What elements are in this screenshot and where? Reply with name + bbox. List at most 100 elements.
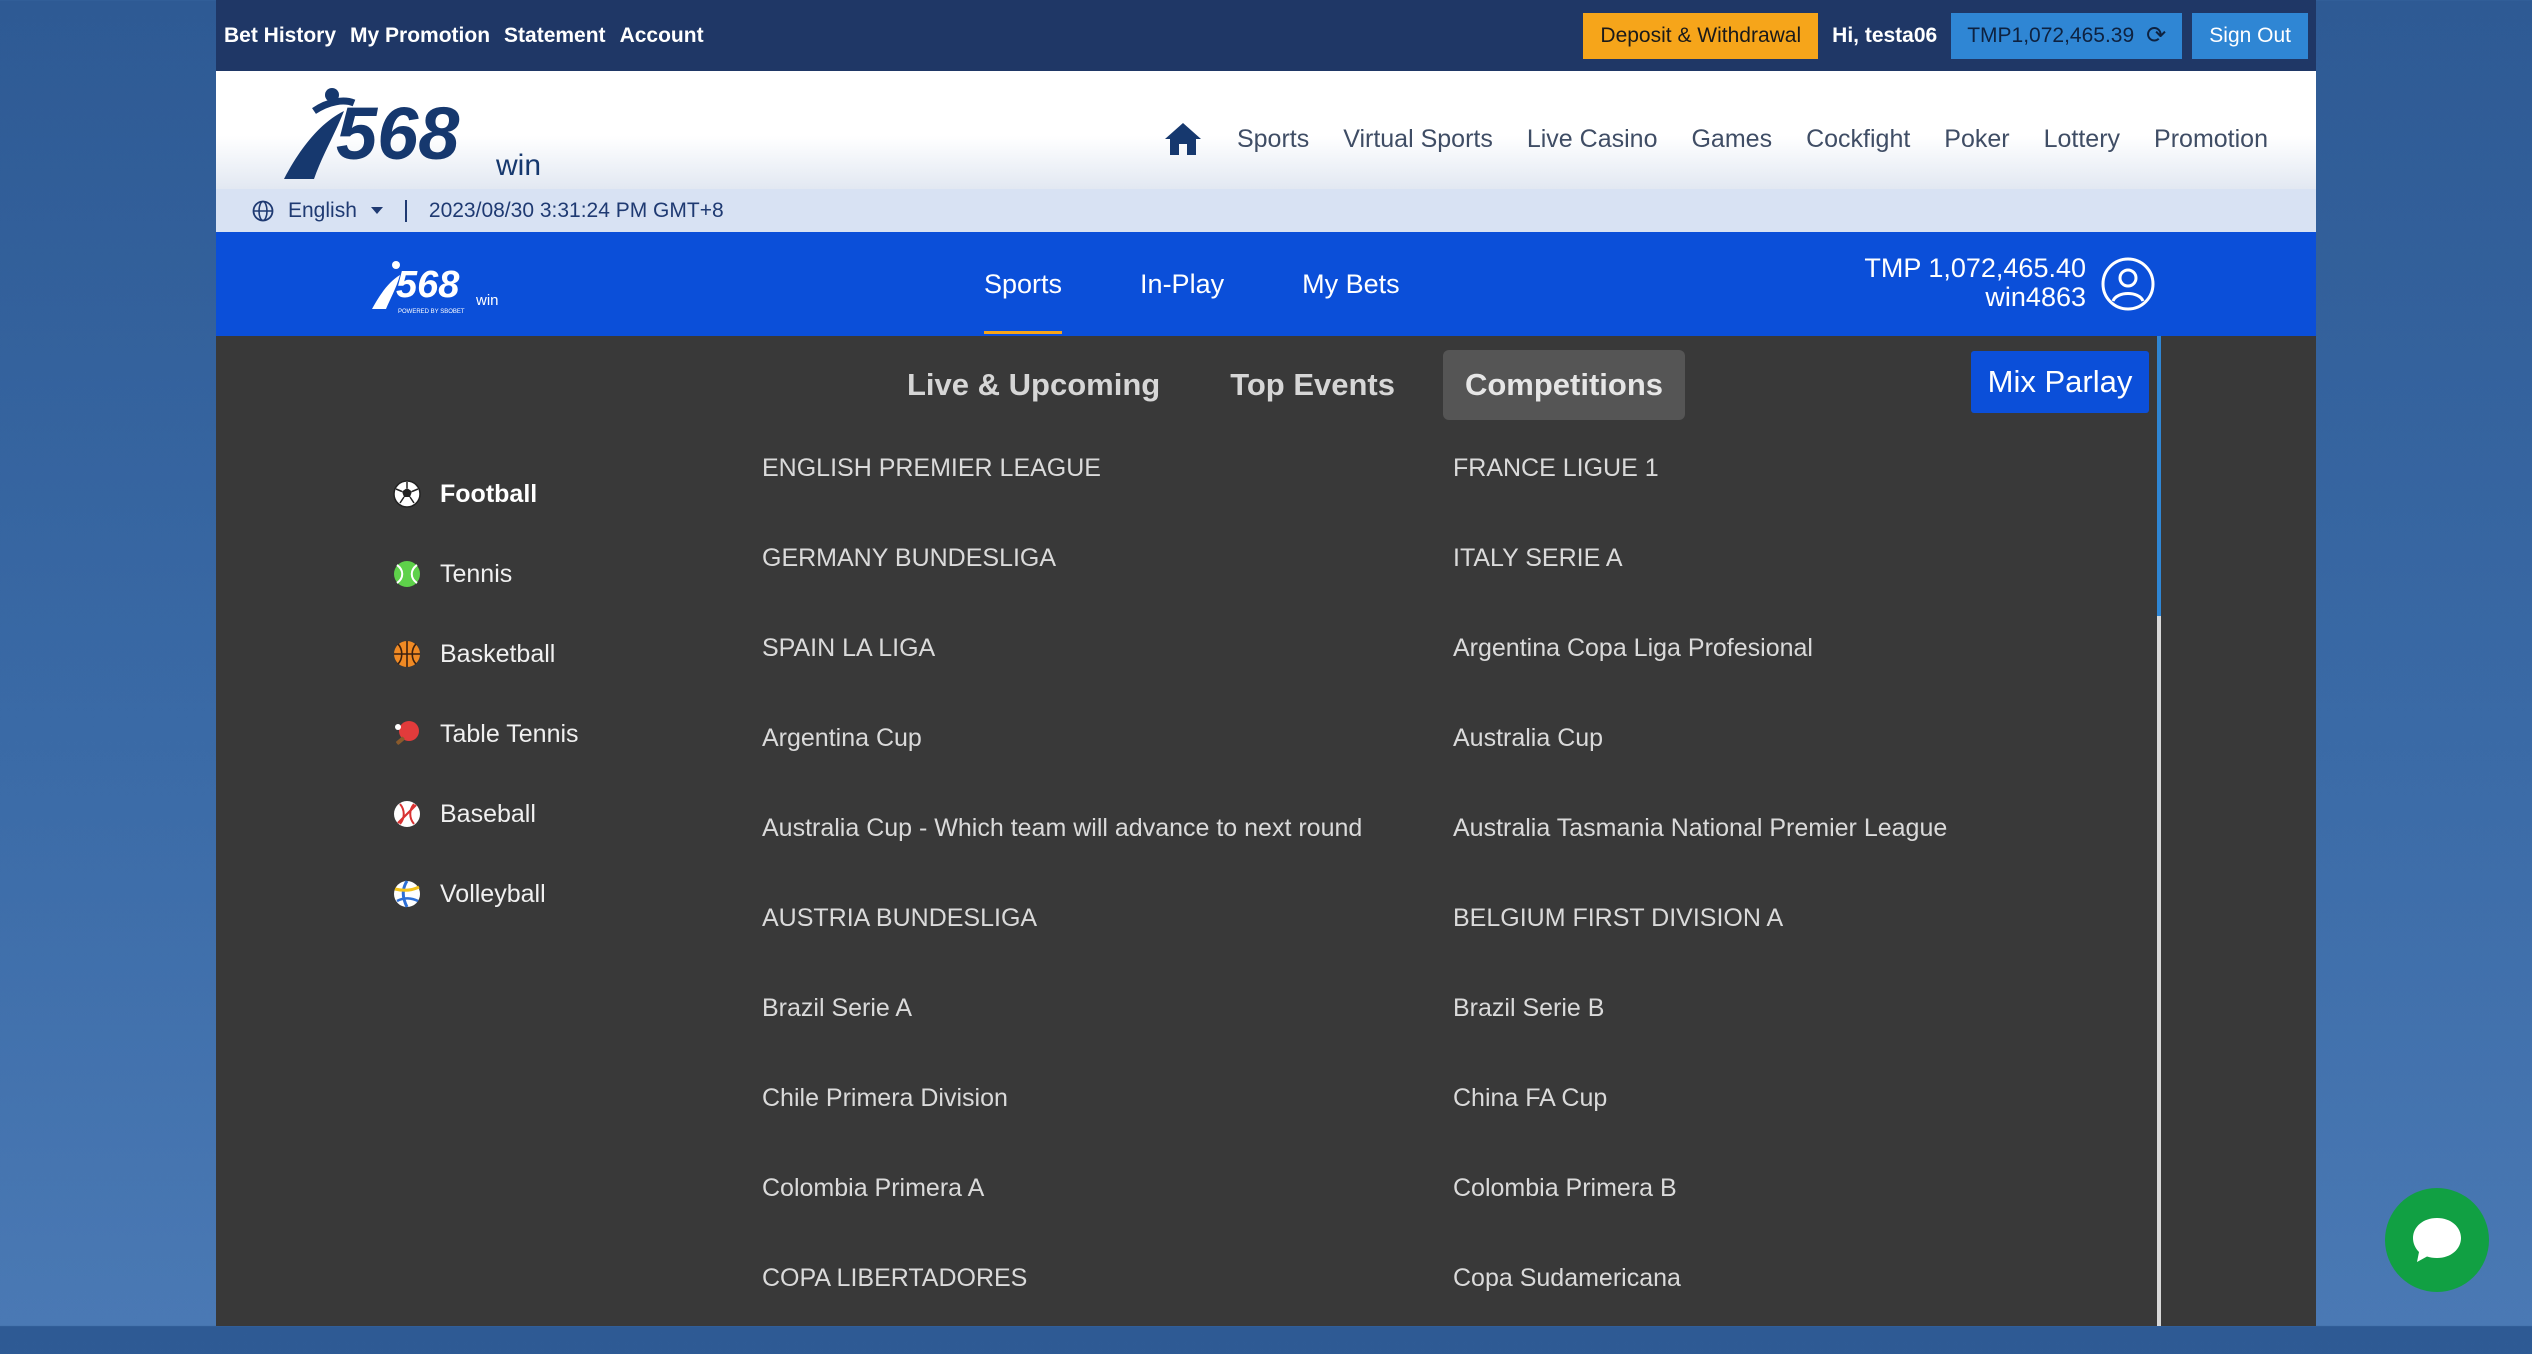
scrollbar-thumb[interactable] — [2157, 336, 2161, 616]
competition-item[interactable]: Australia Cup - Which team will advance … — [762, 814, 1362, 904]
competition-label: Argentina Copa Liga Profesional — [1453, 634, 1813, 662]
basketball-icon — [394, 641, 420, 667]
sport-item-football[interactable]: Football — [392, 454, 579, 534]
football-icon — [393, 480, 421, 508]
nav-virtual-sports[interactable]: Virtual Sports — [1343, 125, 1493, 154]
baseball-icon — [394, 801, 420, 827]
view-tabs: Live & Upcoming Top Events Competitions — [885, 350, 1686, 420]
nav-lottery[interactable]: Lottery — [2044, 125, 2120, 154]
my-promotion-link[interactable]: My Promotion — [350, 24, 490, 48]
competition-item[interactable]: Argentina Cup — [762, 724, 1362, 814]
sports-panel: Live & Upcoming Top Events Competitions … — [216, 336, 2316, 1326]
competition-item[interactable]: SPAIN LA LIGA — [762, 634, 1362, 724]
sportsbook-username: win4863 — [1985, 282, 2086, 312]
tab-in-play[interactable]: In-Play — [1140, 232, 1224, 336]
nav-poker[interactable]: Poker — [1944, 125, 2009, 154]
tab-live-upcoming[interactable]: Live & Upcoming — [885, 350, 1182, 420]
sport-list: Football Tennis Basketball Table Tennis … — [392, 454, 579, 934]
competition-label: Australia Cup - Which team will advance … — [762, 814, 1363, 842]
competition-item[interactable]: Argentina Copa Liga Profesional — [1453, 634, 1947, 724]
competition-item[interactable]: Brazil Serie B — [1453, 994, 1947, 1084]
competition-label: FRANCE LIGUE 1 — [1453, 454, 1659, 482]
sport-label: Baseball — [440, 799, 536, 828]
competition-label: Chile Primera Division — [762, 1084, 1008, 1112]
competition-label: Brazil Serie A — [762, 994, 913, 1022]
competition-item[interactable]: Australia Tasmania National Premier Leag… — [1453, 814, 1947, 904]
competition-label: AUSTRIA BUNDESLIGA — [762, 904, 1038, 932]
user-profile-icon[interactable] — [2100, 256, 2156, 312]
sport-item-table-tennis[interactable]: Table Tennis — [392, 694, 579, 774]
sport-item-basketball[interactable]: Basketball — [392, 614, 579, 694]
home-icon[interactable] — [1163, 121, 1203, 157]
table-tennis-icon — [395, 721, 419, 745]
divider — [404, 199, 407, 222]
nav-sports[interactable]: Sports — [1237, 125, 1309, 154]
tab-my-bets[interactable]: My Bets — [1302, 232, 1400, 336]
competition-label: Colombia Primera B — [1453, 1174, 1677, 1202]
sportsbook-logo-text: 568 — [396, 264, 460, 306]
competition-label: Argentina Cup — [762, 724, 922, 752]
tennis-icon — [394, 561, 420, 587]
competitions-column-right: FRANCE LIGUE 1 ITALY SERIE A Argentina C… — [1453, 454, 1947, 1354]
competition-item[interactable]: Australia Cup — [1453, 724, 1947, 814]
competition-item[interactable]: ENGLISH PREMIER LEAGUE — [762, 454, 1362, 544]
site-header: 568 win Sports Virtual Sports Live Casin… — [216, 71, 2316, 189]
sign-out-button[interactable]: Sign Out — [2192, 12, 2308, 59]
sportsbook-logo-tagline: POWERED BY SBOBET — [398, 309, 465, 315]
balance-button[interactable]: TMP1,072,465.39 ⟳ — [1951, 12, 2183, 59]
sport-item-tennis[interactable]: Tennis — [392, 534, 579, 614]
competition-label: ITALY SERIE A — [1453, 544, 1623, 572]
deposit-withdrawal-button[interactable]: Deposit & Withdrawal — [1583, 12, 1819, 59]
globe-icon — [252, 200, 274, 221]
main-nav: Sports Virtual Sports Live Casino Games … — [1163, 121, 2268, 157]
competition-label: China FA Cup — [1453, 1084, 1608, 1112]
greeting: Hi, testa06 — [1832, 23, 1938, 47]
competition-item[interactable]: ITALY SERIE A — [1453, 544, 1947, 634]
account-link[interactable]: Account — [620, 24, 704, 48]
nav-cockfight[interactable]: Cockfight — [1806, 125, 1910, 154]
tab-competitions[interactable]: Competitions — [1442, 350, 1686, 420]
nav-live-casino[interactable]: Live Casino — [1527, 125, 1658, 154]
competition-item[interactable]: China FA Cup — [1453, 1084, 1947, 1174]
bet-history-link[interactable]: Bet History — [224, 24, 336, 48]
competition-item[interactable]: Brazil Serie A — [762, 994, 1362, 1084]
competition-label: ENGLISH PREMIER LEAGUE — [762, 454, 1101, 482]
competition-item[interactable]: Colombia Primera B — [1453, 1174, 1947, 1264]
competition-item[interactable]: Copa Sudamericana — [1453, 1264, 1947, 1354]
competition-item[interactable]: Colombia Primera A — [762, 1174, 1362, 1264]
sport-item-baseball[interactable]: Baseball — [392, 774, 579, 854]
chat-bubble-icon — [2413, 1218, 2461, 1262]
competition-item[interactable]: BELGIUM FIRST DIVISION A — [1453, 904, 1947, 994]
competitions-column-left: ENGLISH PREMIER LEAGUE GERMANY BUNDESLIG… — [762, 454, 1362, 1354]
tab-top-events[interactable]: Top Events — [1208, 350, 1417, 420]
competition-label: GERMANY BUNDESLIGA — [762, 544, 1057, 572]
sport-label: Volleyball — [440, 879, 546, 908]
top-right-controls: Deposit & Withdrawal Hi, testa06 TMP1,07… — [1583, 0, 2308, 71]
nav-games[interactable]: Games — [1691, 125, 1772, 154]
competition-item[interactable]: Chile Primera Division — [762, 1084, 1362, 1174]
competition-item[interactable]: AUSTRIA BUNDESLIGA — [762, 904, 1362, 994]
refresh-icon[interactable]: ⟳ — [2146, 23, 2166, 48]
live-chat-button[interactable] — [2385, 1188, 2489, 1292]
competition-label: Copa Sudamericana — [1453, 1264, 1681, 1292]
competition-item[interactable]: GERMANY BUNDESLIGA — [762, 544, 1362, 634]
sport-label: Football — [440, 479, 538, 508]
sportsbook-logo[interactable]: 568 win POWERED BY SBOBET — [368, 257, 508, 315]
chevron-down-icon[interactable] — [370, 207, 383, 214]
sportsbook-logo-suffix: win — [475, 292, 499, 309]
tab-sports[interactable]: Sports — [984, 232, 1063, 336]
mix-parlay-button[interactable]: Mix Parlay — [1971, 351, 2149, 413]
nav-promotion[interactable]: Promotion — [2154, 125, 2268, 154]
sport-label: Basketball — [440, 639, 556, 668]
competition-item[interactable]: FRANCE LIGUE 1 — [1453, 454, 1947, 544]
logo-suffix: win — [495, 149, 541, 182]
page: Bet History My Promotion Statement Accou… — [216, 0, 2316, 1326]
sport-label: Table Tennis — [440, 719, 579, 748]
site-logo[interactable]: 568 win — [274, 81, 574, 186]
competition-item[interactable]: COPA LIBERTADORES — [762, 1264, 1362, 1354]
statement-link[interactable]: Statement — [504, 24, 606, 48]
info-bar: English 2023/08/30 3:31:24 PM GMT+8 — [216, 189, 2316, 232]
balance-value: TMP1,072,465.39 — [1967, 23, 2135, 47]
language-selector[interactable]: English — [288, 199, 357, 223]
sport-item-volleyball[interactable]: Volleyball — [392, 854, 579, 934]
